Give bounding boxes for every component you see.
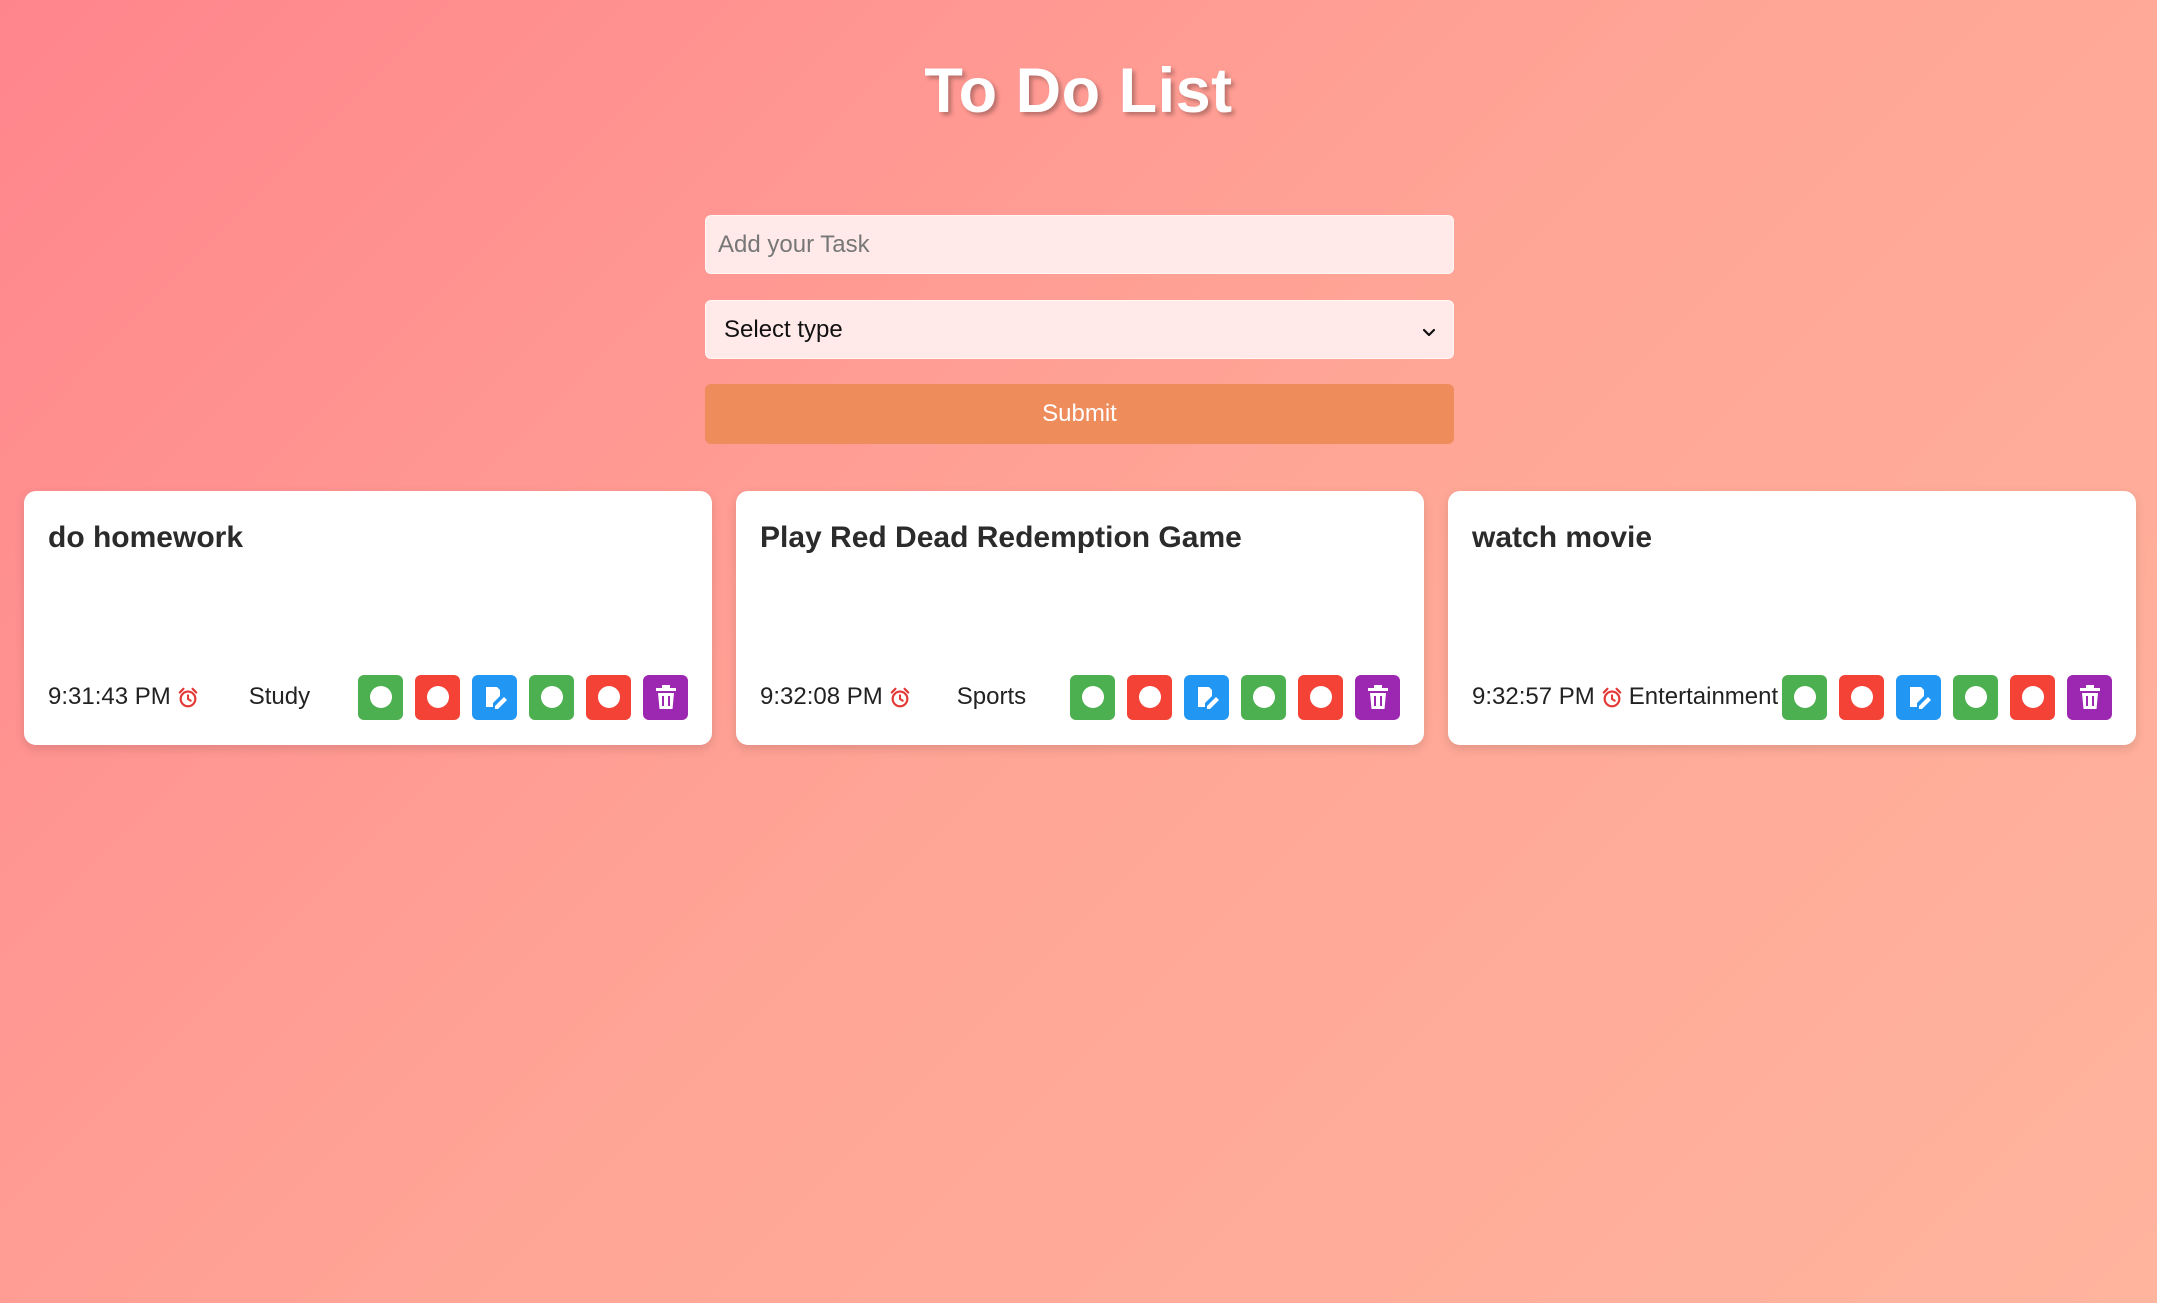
circle-icon (1850, 686, 1873, 708)
task-title: do homework (48, 521, 244, 554)
task-card: watch movie 9:32:57 PM Entertainment (1448, 491, 2136, 745)
incomplete-button[interactable] (1127, 674, 1172, 720)
complete-button[interactable] (529, 674, 574, 720)
alarm-clock-icon (890, 687, 910, 708)
submit-button[interactable]: Submit (705, 384, 1454, 444)
task-time: 9:31:43 PM (48, 683, 199, 711)
circle-icon (1793, 686, 1816, 708)
task-form: Select type Submit (705, 215, 1454, 444)
task-type: Study (248, 683, 311, 710)
trash-icon (2079, 685, 2100, 709)
trash-icon (655, 685, 676, 709)
complete-button[interactable] (1070, 674, 1115, 720)
task-actions (358, 674, 688, 720)
alarm-clock-icon (1602, 687, 1622, 708)
chevron-down-icon (1422, 328, 1436, 336)
delete-button[interactable] (643, 674, 688, 720)
incomplete-button[interactable] (1298, 674, 1343, 720)
task-actions (1070, 674, 1400, 720)
circle-icon (597, 686, 620, 708)
circle-icon (369, 686, 392, 708)
edit-icon (485, 687, 507, 709)
task-list: do homework 9:31:43 PM Study Play Red De… (24, 491, 2136, 745)
task-title: watch movie (1472, 521, 1653, 554)
task-time-text: 9:32:08 PM (760, 683, 883, 710)
complete-button[interactable] (1953, 674, 1998, 720)
task-actions (1782, 674, 2112, 720)
task-time: 9:32:08 PM (760, 683, 911, 711)
alarm-clock-icon (178, 687, 198, 708)
task-input[interactable] (705, 215, 1454, 274)
circle-icon (426, 686, 449, 708)
complete-button[interactable] (358, 674, 403, 720)
task-footer: 9:32:57 PM Entertainment (1472, 674, 2112, 720)
incomplete-button[interactable] (415, 674, 460, 720)
page-title: To Do List (924, 56, 1233, 126)
circle-icon (1964, 686, 1987, 708)
type-select[interactable]: Select type (705, 300, 1454, 359)
task-title: Play Red Dead Redemption Game (760, 521, 1242, 554)
delete-button[interactable] (1355, 674, 1400, 720)
circle-icon (1138, 686, 1161, 708)
task-card: Play Red Dead Redemption Game 9:32:08 PM… (736, 491, 1424, 745)
edit-icon (1909, 687, 1931, 709)
circle-icon (1309, 686, 1332, 708)
task-footer: 9:32:08 PM Sports (760, 674, 1400, 720)
task-type: Sports (956, 683, 1027, 710)
type-select-value: Select type (724, 315, 843, 343)
trash-icon (1367, 685, 1388, 709)
edit-button[interactable] (472, 674, 517, 720)
incomplete-button[interactable] (1839, 674, 1884, 720)
edit-icon (1197, 687, 1219, 709)
circle-icon (1252, 686, 1275, 708)
task-time: 9:32:57 PM (1472, 683, 1623, 711)
circle-icon (1081, 686, 1104, 708)
circle-icon (2021, 686, 2044, 708)
task-type: Entertainment (1628, 683, 1779, 710)
task-time-text: 9:31:43 PM (48, 683, 171, 710)
edit-button[interactable] (1184, 674, 1229, 720)
delete-button[interactable] (2067, 674, 2112, 720)
edit-button[interactable] (1896, 674, 1941, 720)
task-time-text: 9:32:57 PM (1472, 683, 1595, 710)
incomplete-button[interactable] (586, 674, 631, 720)
incomplete-button[interactable] (2010, 674, 2055, 720)
complete-button[interactable] (1241, 674, 1286, 720)
complete-button[interactable] (1782, 674, 1827, 720)
circle-icon (540, 686, 563, 708)
task-card: do homework 9:31:43 PM Study (24, 491, 712, 745)
task-footer: 9:31:43 PM Study (48, 674, 688, 720)
